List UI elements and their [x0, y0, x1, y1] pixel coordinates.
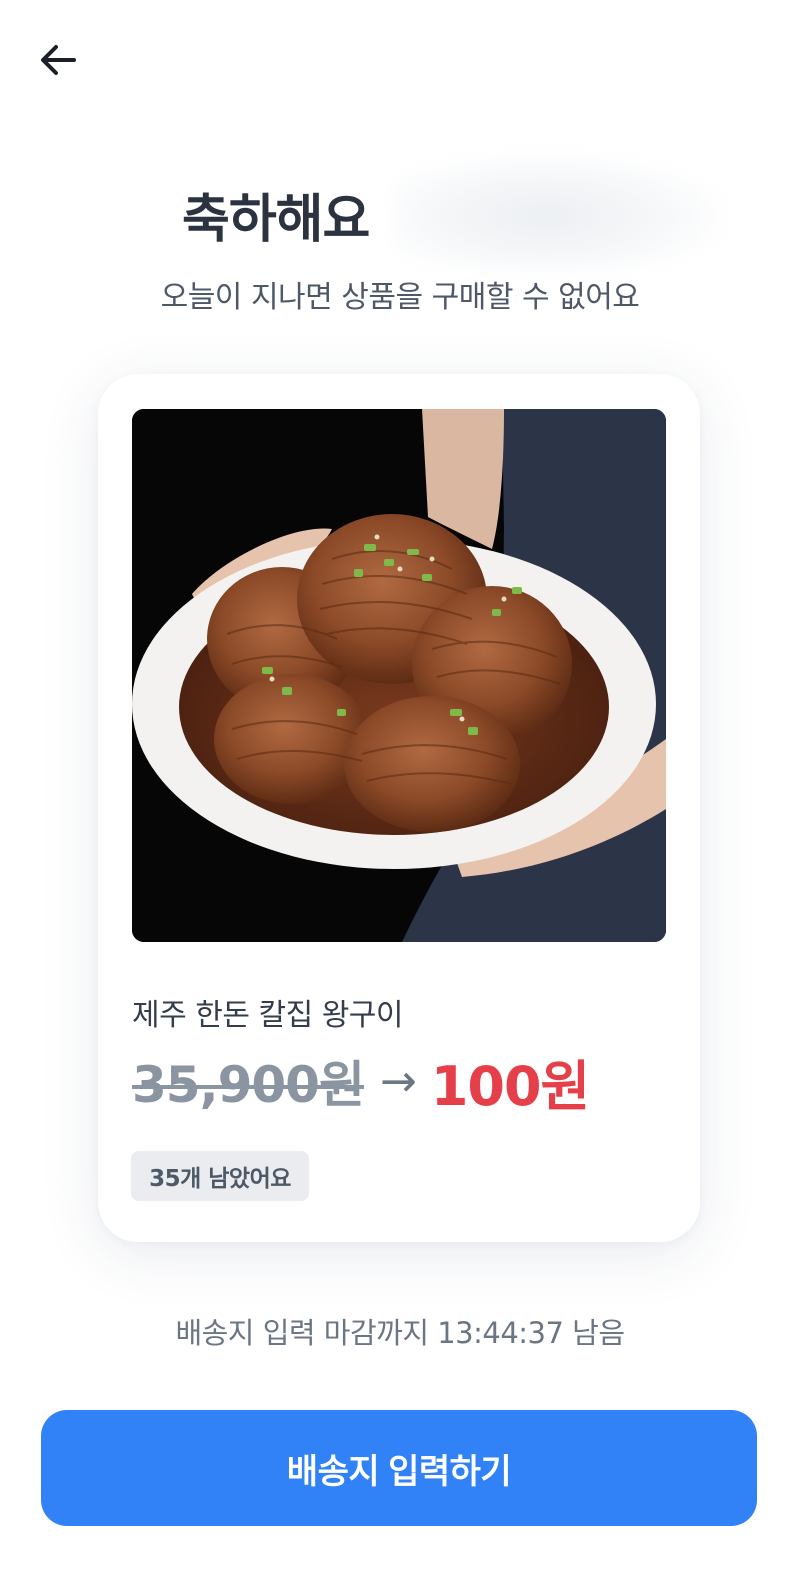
product-name: 제주 한돈 칼집 왕구이	[132, 998, 404, 1033]
sale-price: 100원	[430, 1054, 590, 1118]
original-price: 35,900원	[132, 1056, 365, 1114]
product-image	[132, 409, 666, 942]
page-subtitle: 오늘이 지나면 상품을 구매할 수 없어요	[160, 280, 640, 315]
arrow-left-icon	[41, 45, 76, 75]
page: 축하해요 오늘이 지나면 상품을 구매할 수 없어요 제주 한돈 칼집 왕구이 …	[0, 0, 800, 1571]
product-card: 제주 한돈 칼집 왕구이 35,900원 → 100원 35개 남았어요	[98, 374, 700, 1242]
deadline-countdown: 배송지 입력 마감까지 13:44:37 남음	[175, 1316, 625, 1350]
enter-address-button[interactable]: 배송지 입력하기	[41, 1410, 757, 1526]
stock-badge: 35개 남았어요	[131, 1151, 309, 1201]
back-button[interactable]	[30, 32, 86, 88]
price-row: 35,900원 → 100원	[132, 1046, 590, 1118]
arrow-right-icon: →	[379, 1055, 417, 1107]
page-title: 축하해요	[182, 190, 370, 250]
blurred-name	[392, 150, 732, 270]
